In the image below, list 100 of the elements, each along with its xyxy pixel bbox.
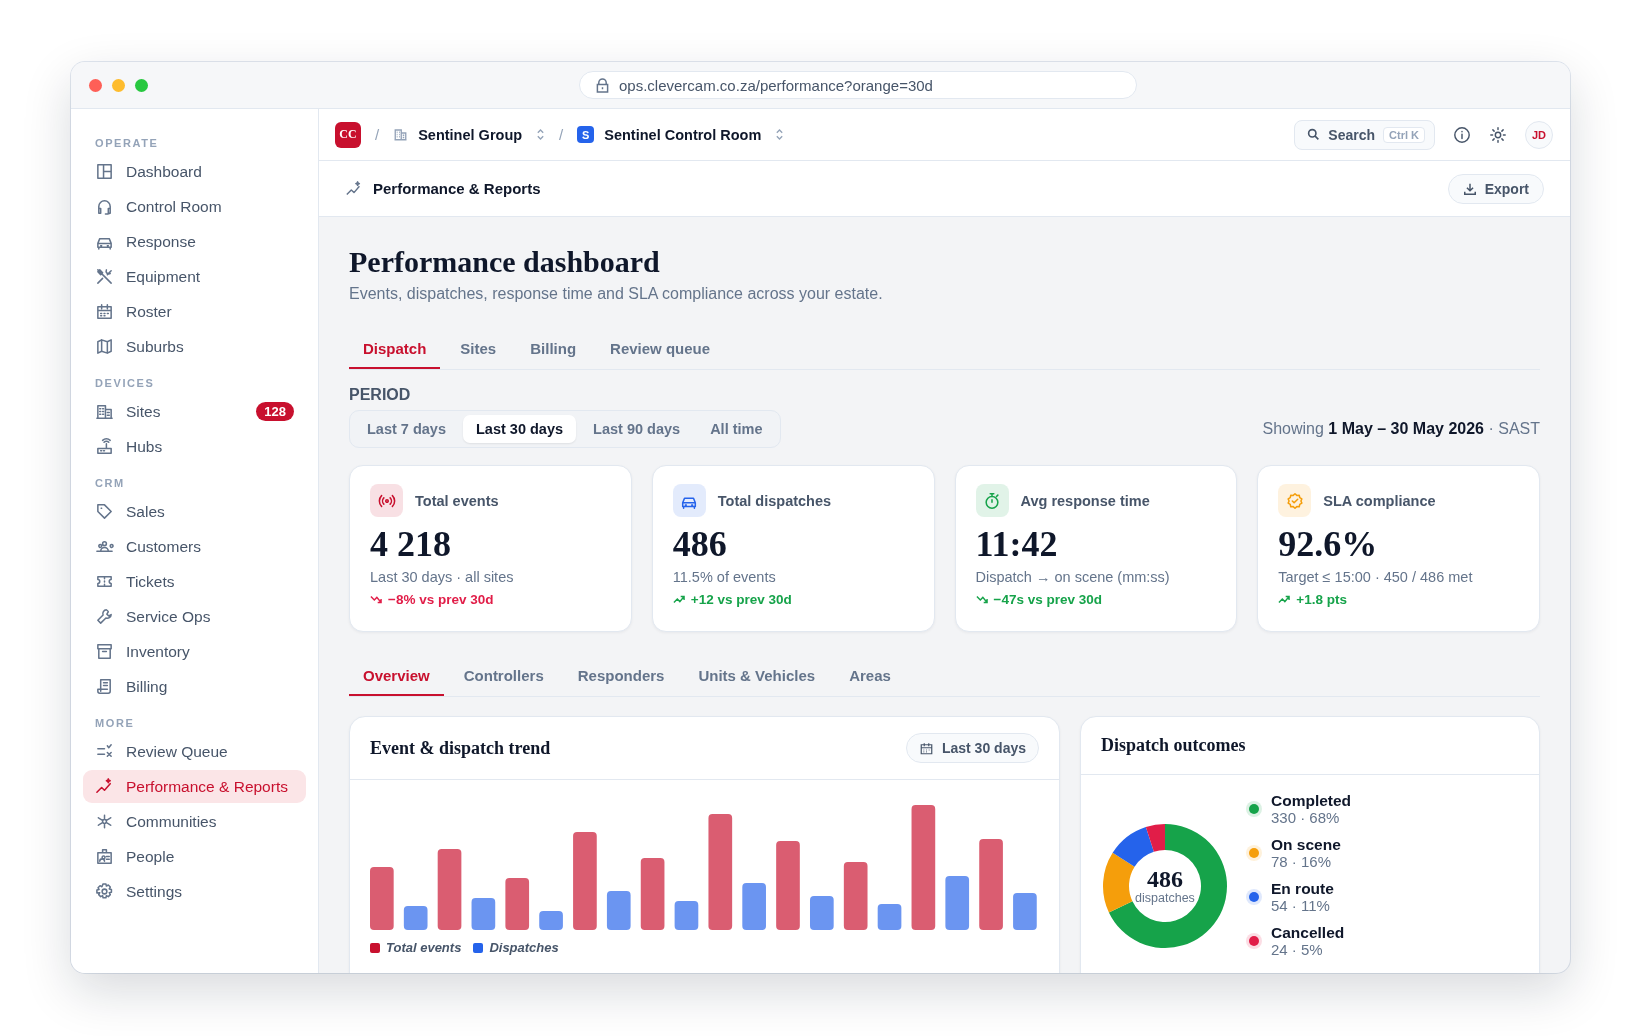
sidebar-item[interactable]: Tickets	[83, 565, 306, 598]
kpi-value: 92.6%	[1278, 523, 1379, 565]
count-badge: 128	[256, 402, 294, 421]
donut-label: dispatches	[1135, 891, 1195, 905]
user-avatar[interactable]: JD	[1525, 120, 1553, 149]
tab[interactable]: Units & Vehicles	[684, 658, 830, 696]
keyboard-shortcut: Ctrl K	[1383, 126, 1425, 143]
logo[interactable]: CC	[335, 121, 361, 148]
sidebar-item[interactable]: People	[83, 840, 306, 873]
calendar-icon	[95, 302, 114, 321]
sidebar-item[interactable]: Billing	[83, 670, 306, 703]
map-icon	[95, 337, 114, 356]
network-icon	[95, 812, 114, 831]
calendar-icon	[918, 740, 934, 756]
search-icon	[1307, 128, 1321, 141]
kpi-title: SLA compliance	[1323, 492, 1436, 509]
chart-bar	[370, 867, 394, 930]
settings-icon	[95, 882, 114, 901]
period-option[interactable]: Last 90 days	[580, 415, 694, 443]
chart-bar	[843, 862, 868, 930]
tab[interactable]: Areas	[835, 658, 905, 696]
chart-bar	[1013, 893, 1037, 930]
section-label: OPERATE	[94, 136, 160, 151]
tab[interactable]: Sites	[446, 331, 511, 369]
info-icon[interactable]	[1453, 125, 1471, 144]
kpi-change: +1.8 pts	[1296, 592, 1347, 607]
sidebar-item[interactable]: Control Room	[83, 190, 306, 223]
export-button[interactable]: Export	[1447, 173, 1544, 204]
kpi-note: 11.5% of events	[672, 569, 777, 585]
legend-label: Dispatches	[489, 940, 559, 955]
chart-bar	[403, 906, 428, 930]
sidebar-item[interactable]: Response	[83, 225, 306, 258]
tag-icon	[95, 502, 114, 521]
chart-bar	[606, 891, 631, 930]
organization-switcher[interactable]: Sentinel Group	[418, 126, 523, 143]
period-option[interactable]: All time	[697, 415, 776, 443]
room-avatar: S	[577, 126, 595, 143]
sidebar-item[interactable]: Service Ops	[83, 600, 306, 633]
chevron-updown-icon	[536, 128, 546, 141]
chart-bar	[674, 901, 699, 930]
sun-icon[interactable]	[1489, 125, 1507, 144]
building-icon	[393, 127, 409, 142]
sidebar-item[interactable]: Communities	[83, 805, 306, 838]
sidebar-item[interactable]: Dashboard	[83, 155, 306, 188]
legend-label: Total events	[386, 940, 462, 955]
sidebar-item[interactable]: Hubs	[83, 430, 306, 463]
kpi-change: −47s vs prev 30d	[993, 592, 1102, 607]
sidebar-item[interactable]: Inventory	[83, 635, 306, 668]
chart-line-icon	[95, 777, 114, 796]
range-button[interactable]: Last 30 days	[905, 733, 1039, 763]
router-icon	[95, 437, 114, 456]
kpi-value: 486	[672, 523, 728, 565]
kpi-value: 11:42	[975, 523, 1059, 565]
chart-bar	[640, 858, 665, 930]
building-icon	[95, 402, 114, 421]
sidebar-item[interactable]: Suburbs	[83, 330, 306, 363]
outcome-label: En route	[1271, 880, 1334, 897]
chart-bar	[505, 878, 530, 930]
tab[interactable]: Review queue	[596, 331, 725, 369]
kpi-value: 4 218	[370, 523, 452, 565]
date-range-text: Showing 1 May – 30 May 2026 · SAST	[1262, 420, 1540, 438]
id-badge-icon	[95, 847, 114, 866]
period-option[interactable]: Last 30 days	[463, 415, 577, 443]
address-bar[interactable]: ops.clevercam.co.za/performance?orange=30d	[579, 71, 1137, 99]
sidebar-item[interactable]: Sites 128	[83, 395, 306, 428]
breadcrumb-separator: /	[559, 126, 564, 143]
search-button[interactable]: Search Ctrl K	[1294, 119, 1435, 150]
lock-icon	[596, 77, 609, 93]
outcome-count: 54 · 11%	[1271, 897, 1331, 914]
period-label: PERIOD	[349, 386, 412, 404]
outcome-label: Cancelled	[1271, 924, 1345, 941]
chart-bar	[539, 911, 563, 930]
chevron-updown-icon	[775, 128, 785, 141]
sidebar-item[interactable]: Customers	[83, 530, 306, 563]
section-label: MORE	[94, 716, 136, 731]
tab[interactable]: Dispatch	[349, 331, 441, 369]
dashboard-title: Performance dashboard	[349, 244, 661, 280]
tab[interactable]: Responders	[563, 658, 679, 696]
chart-bar	[945, 876, 970, 930]
control-room-switcher[interactable]: Sentinel Control Room	[604, 126, 762, 143]
sidebar-item[interactable]: Settings	[83, 875, 306, 908]
chart-bar	[742, 883, 766, 930]
page-title: Performance & Reports	[373, 180, 541, 197]
sidebar-item[interactable]: Roster	[83, 295, 306, 328]
receipt-icon	[95, 677, 114, 696]
minimize-window-button[interactable]	[112, 78, 125, 92]
tab[interactable]: Overview	[349, 658, 444, 696]
sidebar-item[interactable]: Review Queue	[83, 735, 306, 768]
kpi-title: Total events	[415, 492, 499, 509]
sidebar-item[interactable]: Equipment	[83, 260, 306, 293]
zoom-window-button[interactable]	[135, 78, 148, 92]
tab[interactable]: Billing	[516, 331, 591, 369]
kpi-note: Dispatch → on scene (mm:ss)	[975, 569, 1171, 585]
dashboard-subtitle: Events, dispatches, response time and SLA compliance across your estate.	[349, 284, 884, 304]
close-window-button[interactable]	[89, 78, 102, 92]
sidebar-item[interactable]: Performance & Reports	[83, 770, 306, 803]
period-option[interactable]: Last 7 days	[354, 415, 459, 443]
sidebar-item[interactable]: Sales	[83, 495, 306, 528]
tab[interactable]: Controllers	[449, 658, 558, 696]
layout-icon	[95, 162, 114, 181]
